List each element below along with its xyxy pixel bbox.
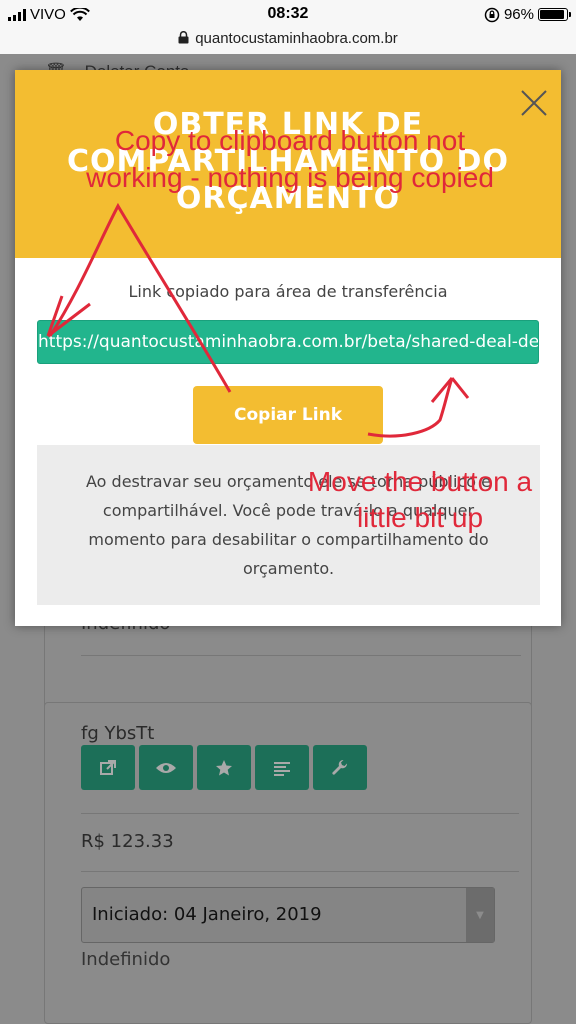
annotation-note: Copy to clipboard button not working - n…: [86, 125, 494, 193]
url-text: quantocustaminhaobra.com.br: [195, 30, 398, 47]
deal-actions: [81, 745, 367, 790]
copied-message: Link copiado para área de transferência: [128, 282, 448, 301]
deal-price: R$ 123.33: [81, 831, 174, 852]
status-select-value: Iniciado: 04 Janeiro, 2019: [92, 904, 322, 925]
status-bar: VIVO 08:32 96%: [0, 0, 576, 30]
status-select[interactable]: Iniciado: 04 Janeiro, 2019 ▼: [81, 887, 495, 943]
divider: [81, 813, 519, 814]
url-bar[interactable]: quantocustaminhaobra.com.br: [0, 30, 576, 54]
details-button[interactable]: [255, 745, 309, 790]
divider: [81, 655, 521, 656]
view-button[interactable]: [139, 745, 193, 790]
close-icon[interactable]: [519, 88, 549, 118]
deal-status: Indefinido: [81, 949, 171, 970]
orientation-lock-icon: [484, 7, 500, 22]
battery-icon: [538, 8, 571, 21]
deal-card: fg YbsTt R$ 123.33 Iniciado: 04 Janeiro,…: [44, 702, 532, 1024]
divider: [81, 871, 519, 872]
lock-icon: [178, 31, 189, 44]
external-link-icon: [100, 759, 116, 775]
favorite-button[interactable]: [197, 745, 251, 790]
chevron-down-icon: ▼: [466, 888, 494, 942]
star-icon: [216, 759, 232, 775]
annotation-note: Move the button a little bit up: [307, 466, 533, 533]
copy-link-button[interactable]: Copiar Link: [193, 386, 383, 444]
deal-title: fg YbsTt: [81, 723, 155, 744]
open-link-button[interactable]: [81, 745, 135, 790]
list-icon: [274, 761, 290, 776]
battery-percent: 96%: [503, 6, 534, 23]
share-link-field[interactable]: https://quantocustaminhaobra.com.br/beta…: [37, 320, 539, 364]
status-right: 96%: [484, 6, 571, 23]
wrench-icon: [332, 759, 348, 775]
eye-icon: [156, 762, 176, 773]
settings-button[interactable]: [313, 745, 367, 790]
